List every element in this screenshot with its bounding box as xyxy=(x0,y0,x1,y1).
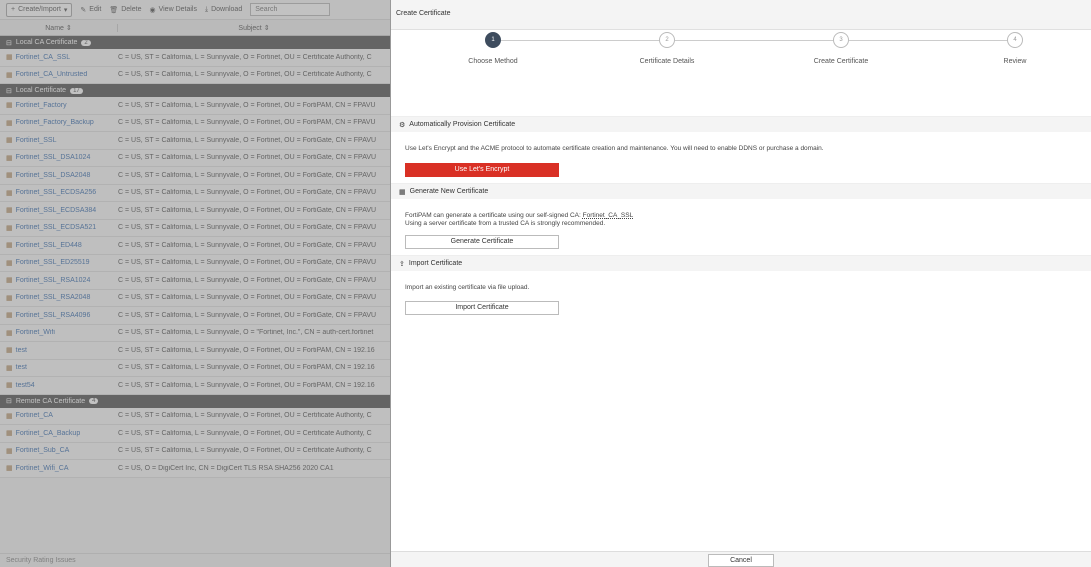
gear-badge-icon: ⚙ xyxy=(399,121,406,129)
step-number: 4 xyxy=(1007,32,1023,48)
step-choose-method: 1 Choose Method xyxy=(443,32,543,65)
step-number: 1 xyxy=(485,32,501,48)
import-heading: Import Certificate xyxy=(408,260,463,267)
upload-icon: ⇪ xyxy=(399,260,405,268)
import-section: Import an existing certificate via file … xyxy=(391,271,1091,321)
step-number: 3 xyxy=(833,32,849,48)
modal-overlay xyxy=(0,0,390,567)
auto-provision-text: Use Let's Encrypt and the ACME protocol … xyxy=(405,145,824,152)
certificate-list-panel: + Create/Import ▾ ✎ Edit 🗑 Delete ◉ View… xyxy=(0,0,390,567)
generate-text-line2: Using a server certificate from a truste… xyxy=(405,220,606,227)
create-certificate-dialog: Create Certificate 1 Choose Method 2 Cer… xyxy=(390,0,1091,567)
step-label: Review xyxy=(1003,58,1027,65)
wizard-stepper: 1 Choose Method 2 Certificate Details 3 … xyxy=(391,30,1091,78)
generate-header: ▦ Generate New Certificate xyxy=(391,183,1091,199)
auto-provision-heading: Automatically Provision Certificate xyxy=(409,121,516,128)
step-label: Create Certificate xyxy=(813,58,869,65)
import-text: Import an existing certificate via file … xyxy=(405,284,530,291)
certificate-icon: ▦ xyxy=(399,188,406,196)
dialog-footer: Cancel xyxy=(391,551,1091,567)
step-create-certificate: 3 Create Certificate xyxy=(791,32,891,65)
step-review: 4 Review xyxy=(965,32,1065,65)
generate-text-prefix: FortiPAM can generate a certificate usin… xyxy=(405,212,583,219)
dialog-title: Create Certificate xyxy=(391,0,1091,30)
generate-heading: Generate New Certificate xyxy=(409,188,489,195)
cancel-button[interactable]: Cancel xyxy=(708,554,774,567)
generate-section: FortiPAM can generate a certificate usin… xyxy=(391,199,1091,255)
generate-text-line1: FortiPAM can generate a certificate usin… xyxy=(405,212,1077,220)
use-lets-encrypt-button[interactable]: Use Let's Encrypt xyxy=(405,163,559,177)
import-header: ⇪ Import Certificate xyxy=(391,255,1091,271)
step-certificate-details: 2 Certificate Details xyxy=(617,32,717,65)
auto-provision-header: ⚙ Automatically Provision Certificate xyxy=(391,116,1091,132)
generate-certificate-button[interactable]: Generate Certificate xyxy=(405,235,559,249)
import-certificate-button[interactable]: Import Certificate xyxy=(405,301,559,315)
step-label: Choose Method xyxy=(468,58,518,65)
ca-name-link[interactable]: Fortinet_CA_SSL xyxy=(583,212,634,219)
step-label: Certificate Details xyxy=(639,58,695,65)
auto-provision-section: Use Let's Encrypt and the ACME protocol … xyxy=(391,132,1091,183)
step-number: 2 xyxy=(659,32,675,48)
